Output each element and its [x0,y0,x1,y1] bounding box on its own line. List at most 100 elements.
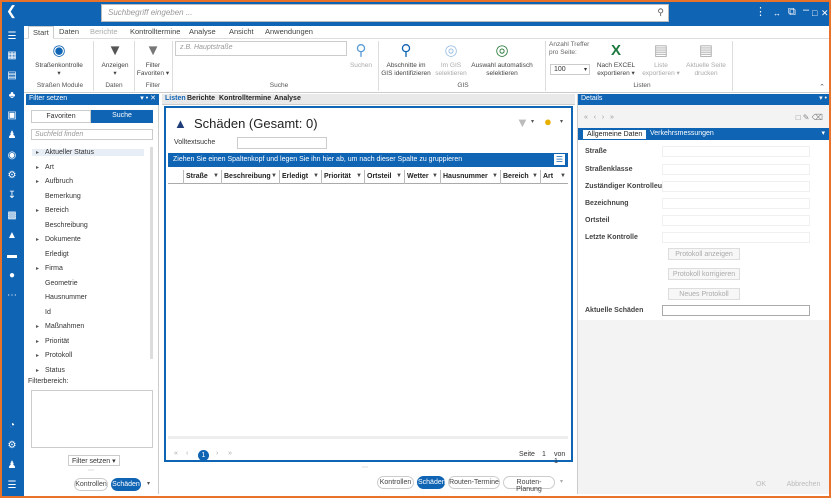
filter-icon[interactable]: ▼ [356,173,362,179]
layers-icon[interactable]: ☰ [3,478,21,492]
filter-item[interactable]: ▸ Aufbruch [36,178,73,185]
col-prioritaet[interactable]: Priorität ▼ [322,170,365,184]
excel-export-button[interactable]: X Nach EXCEL exportieren ▾ [594,42,638,78]
filter-item[interactable]: ▸ Protokoll [36,352,72,359]
more-icon[interactable]: ⋯ [3,288,21,302]
strassenkontrolle-button[interactable]: ◉ Straßenkontrolle ▾ [32,42,86,78]
chevron-right-icon[interactable]: ▸ [36,164,45,171]
filter-item[interactable]: ▸ Art [36,164,54,171]
filter-icon[interactable]: ▼ [492,173,498,179]
value-aktuelle-schaeden[interactable] [662,305,810,316]
last-page-icon[interactable]: » [228,450,232,457]
location-icon[interactable]: ◉ [3,148,21,162]
menu-icon[interactable]: ☰ [3,29,21,43]
menu-daten[interactable]: Daten [59,27,79,36]
panel-controls-icon[interactable]: ▾ • ✕ [140,94,156,102]
maximize-icon[interactable]: □ [812,7,817,19]
chevron-down-icon[interactable]: ▾ [560,478,563,485]
col-beschreibung[interactable]: Beschreibung ▼ [222,170,280,184]
chevron-right-icon[interactable]: ▸ [36,352,45,359]
tab-kontrolltermine[interactable]: Kontrolltermine [219,95,271,102]
bin-icon[interactable]: ▬ [3,248,21,262]
bottom-kontrollen-button[interactable]: Kontrollen [377,476,414,489]
menu-analyse[interactable]: Analyse [189,27,216,36]
schaeden-button[interactable]: Schäden [111,478,141,491]
filter-item[interactable]: Bemerkung [36,193,81,200]
filter-setzen-dropdown[interactable]: Filter setzen ▾ [68,455,120,466]
filter-icon[interactable]: ▼ [532,173,538,179]
im-gis-button[interactable]: ◎ Im GIS selektieren [434,42,468,78]
filter-icon[interactable]: ▼ [396,173,402,179]
filter-item[interactable]: Geometrie [36,280,78,287]
filter-item[interactable]: ▸ Dokumente [36,236,81,243]
record-actions-icons[interactable]: □ ✎ ⌫ [796,113,823,122]
chevron-right-icon[interactable]: ▸ [36,367,45,374]
filter-item[interactable]: ▸ Bereich [36,207,69,214]
filter-item[interactable]: ▸ Maßnahmen [36,323,84,330]
filter-favoriten-button[interactable]: ▼ Filter Favoriten ▾ [136,42,170,78]
chevron-right-icon[interactable]: ▸ [36,338,45,345]
tree-icon[interactable]: ♣ [3,88,21,102]
map-icon[interactable]: ▦ [3,48,21,62]
col-hausnummer[interactable]: Hausnummer ▼ [441,170,501,184]
filter-icon[interactable]: ▼ [313,173,319,179]
page-number[interactable]: 1 [198,450,209,461]
filter-item[interactable]: Hausnummer [36,294,87,301]
auswahl-button[interactable]: ◎ Auswahl automatisch selektieren [470,42,534,78]
download-icon[interactable]: ↧ [3,188,21,202]
drag-handle-icon[interactable]: ⋯ [362,464,368,471]
filter-icon[interactable]: ▼ [213,173,219,179]
users-icon[interactable]: ♟ [3,128,21,142]
next-page-icon[interactable]: › [216,450,218,457]
protokoll-korrigieren-button[interactable]: Protokoll korrigieren [668,268,740,280]
col-strasse[interactable]: Straße ▼ [184,170,222,184]
col-ortsteil[interactable]: Ortsteil ▼ [365,170,405,184]
chevron-right-icon[interactable]: ▸ [36,265,45,272]
location-pin-icon[interactable]: ● [544,114,552,129]
seite-drucken-button[interactable]: ▤ Aktuelle Seite drucken [684,42,728,78]
menu-ansicht[interactable]: Ansicht [229,27,254,36]
filter-search-input[interactable]: Suchfeld finden [31,129,153,140]
back-icon[interactable]: ❮ [6,4,17,17]
chevron-right-icon[interactable]: ▸ [36,236,45,243]
chevron-right-icon[interactable]: ▸ [36,323,45,330]
filter-icon[interactable]: ▼ [271,173,277,179]
col-erledigt[interactable]: Erledigt ▼ [280,170,322,184]
panel-controls-icon[interactable]: ▾ • [819,94,827,102]
user-icon[interactable]: ♟ [3,458,21,472]
filter-item[interactable]: ▸ Priorität [36,338,69,345]
value-ortsteil[interactable] [662,215,810,226]
settings-icon[interactable]: ⚙ [3,438,21,452]
abschnitte-button[interactable]: ⚲ Abschnitte im GIS identifizieren [380,42,432,78]
resize-icon[interactable]: ↔ [773,8,781,20]
col-art[interactable]: Art ▼ [541,170,568,184]
volltext-input[interactable] [237,137,327,149]
filter-list-scrollbar[interactable] [150,147,153,359]
filter-item[interactable]: Id [36,309,51,316]
book-icon[interactable]: ▤ [3,68,21,82]
column-chooser-icon[interactable]: ☰ [554,154,565,165]
tab-allgemeine-daten[interactable]: Allgemeine Daten [582,129,648,140]
filter-icon[interactable]: ▼ [516,115,529,130]
road-icon[interactable]: ▲ [3,228,21,242]
tab-suche[interactable]: Suche [91,110,153,123]
sign-icon[interactable]: ▩ [3,208,21,222]
tab-listen[interactable]: Listen [165,95,186,102]
chevron-right-icon[interactable]: ▸ [36,178,45,185]
building-icon[interactable]: ▣ [3,108,21,122]
chevron-right-icon[interactable]: ▸ [36,207,45,214]
ok-button[interactable]: OK [750,478,772,491]
col-bereich[interactable]: Bereich ▼ [501,170,541,184]
drag-handle-icon[interactable]: ⋯ [88,467,94,474]
tab-verkehrsmessungen[interactable]: Verkehrsmessungen [646,129,718,140]
bottom-routen-planung-button[interactable]: Routen-Planung [503,476,555,493]
filter-item[interactable]: ▸ Aktueller Status [32,149,144,156]
col-wetter[interactable]: Wetter ▼ [405,170,441,184]
record-nav-icons[interactable]: « ‹ › » [584,114,614,121]
bottom-routen-termine-button[interactable]: Routen-Termine [448,476,500,489]
filter-item[interactable]: ▸ Firma [36,265,63,272]
chevron-down-icon[interactable]: ▾ [531,118,534,125]
anzahl-select[interactable]: 100 ▾ [550,64,590,75]
chevron-down-icon[interactable]: ▾ [821,129,825,137]
menu-berichte[interactable]: Berichte [90,27,118,36]
